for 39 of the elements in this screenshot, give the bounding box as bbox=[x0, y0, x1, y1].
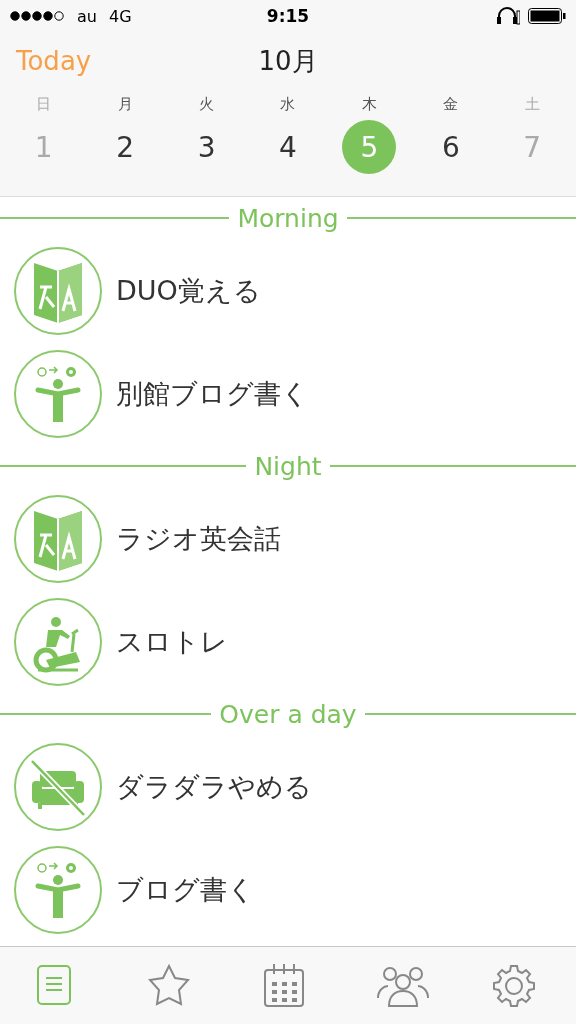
idea-person-icon bbox=[35, 365, 81, 422]
idea-person-icon bbox=[35, 861, 81, 918]
book-translate-icon bbox=[34, 262, 82, 324]
section-title: Over a day bbox=[219, 699, 357, 729]
weekday-label: 土 bbox=[524, 94, 540, 115]
habit-name[interactable]: ブログ書く bbox=[116, 871, 255, 908]
book-translate-icon bbox=[34, 510, 82, 572]
weekday-label: 木 bbox=[361, 94, 377, 115]
date-button[interactable]: 4 bbox=[261, 120, 315, 174]
habit-name[interactable]: ラジオ英会話 bbox=[116, 520, 281, 557]
habit-icon-circle[interactable] bbox=[14, 597, 102, 686]
habit-name[interactable]: スロトレ bbox=[116, 623, 228, 660]
weekday-label: 水 bbox=[280, 94, 296, 115]
date-button[interactable]: 2 bbox=[98, 120, 153, 174]
habit-name[interactable]: 別館ブログ書く bbox=[116, 375, 309, 412]
habit-icon-circle[interactable] bbox=[14, 845, 102, 934]
weekday-label: 火 bbox=[199, 94, 215, 115]
sofa-crossed-icon bbox=[29, 758, 87, 817]
month-title: 10月 bbox=[258, 44, 318, 78]
weekday-label: 金 bbox=[443, 94, 459, 115]
status-time: 9:15 bbox=[266, 6, 310, 26]
section-title: Night bbox=[254, 451, 322, 481]
battery-icon bbox=[528, 8, 566, 24]
exercise-bike-icon bbox=[33, 616, 80, 672]
section-title: Morning bbox=[237, 203, 339, 233]
habit-icon-circle[interactable] bbox=[14, 494, 102, 583]
habit-icon-circle[interactable] bbox=[14, 246, 102, 335]
date-button[interactable]: 6 bbox=[423, 120, 478, 174]
signal-icon bbox=[10, 11, 65, 21]
habit-icon-circle[interactable] bbox=[14, 349, 102, 438]
habit-name[interactable]: ダラダラやめる bbox=[116, 768, 312, 805]
weekday-label: 月 bbox=[117, 94, 133, 115]
habit-name[interactable]: DUO覚える bbox=[116, 272, 261, 309]
headphones-icon bbox=[496, 7, 520, 25]
date-button[interactable]: 3 bbox=[179, 120, 234, 174]
carrier-name: au bbox=[77, 6, 97, 26]
network-type: 4G bbox=[108, 6, 132, 26]
habit-icon-circle[interactable] bbox=[14, 742, 102, 831]
weekday-label: 日 bbox=[36, 94, 52, 115]
